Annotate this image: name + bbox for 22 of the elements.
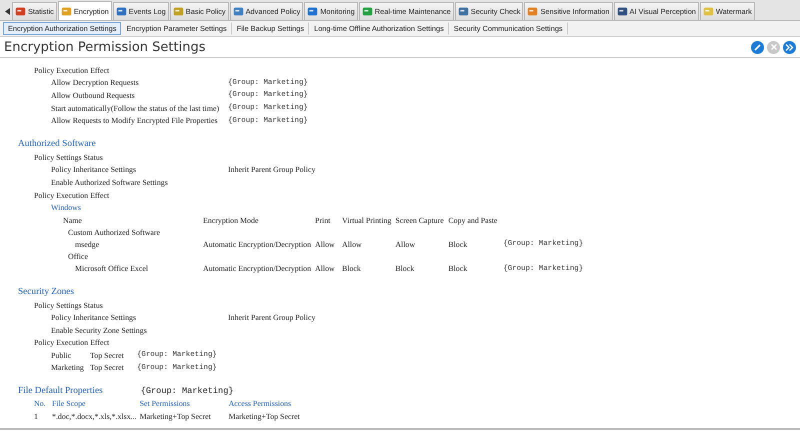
tab-icon [307,6,318,17]
tab-icon [702,6,714,17]
tab-icon [232,6,244,17]
tab-icon [362,6,373,17]
group-tag: {Group: Marketing} [140,386,234,396]
edit-button[interactable] [751,40,764,54]
section-heading: Authorized Software [17,138,97,151]
section-heading: File Default Properties [18,386,103,396]
tab-icon [15,6,26,17]
page-title: Encryption Permission Settings [4,40,206,54]
tab-icon [458,6,469,17]
tab-icon [60,6,72,16]
double-chevron-icon [785,42,794,52]
close-icon [770,43,778,51]
pencil-icon [753,42,762,52]
tab-icon [116,6,127,17]
section-heading: Security Zones [17,286,76,299]
forward-button[interactable] [783,40,796,54]
tab-icon [172,6,184,17]
tab-icon [616,6,628,17]
caret-left-icon [4,8,10,14]
tab-icon [527,6,538,17]
